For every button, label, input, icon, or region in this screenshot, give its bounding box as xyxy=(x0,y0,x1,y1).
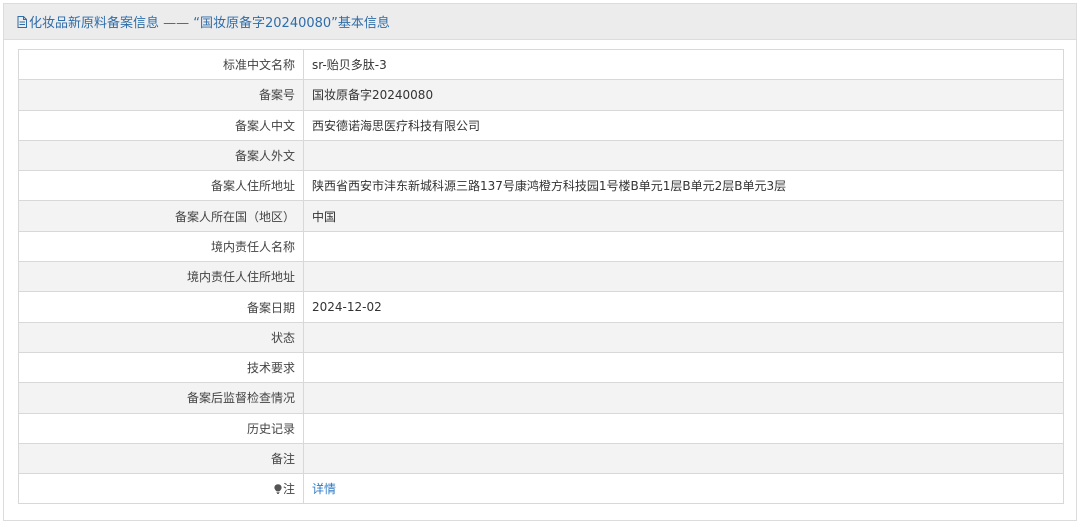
row-value xyxy=(303,139,1064,172)
row-value: 国妆原备字20240080 xyxy=(303,79,1064,111)
row-label: 标准中文名称 xyxy=(18,48,304,81)
row-value xyxy=(303,382,1064,414)
note-value-cell: 详情 xyxy=(303,473,1064,505)
row-value xyxy=(303,412,1064,444)
row-label: 备案人中文 xyxy=(18,109,304,141)
row-label: 备案日期 xyxy=(18,291,304,323)
table-row: 状态 xyxy=(18,321,1064,353)
table-row: 技术要求 xyxy=(18,351,1064,384)
panel-title: 化妆品新原料备案信息 —— “国妆原备字20240080”基本信息 xyxy=(29,16,390,31)
info-panel: 化妆品新原料备案信息 —— “国妆原备字20240080”基本信息 标准中文名称… xyxy=(3,3,1077,521)
row-label: 境内责任人住所地址 xyxy=(18,261,304,293)
table-row: 备案日期 2024-12-02 xyxy=(18,291,1064,323)
note-row: 注 详情 xyxy=(18,473,1064,505)
table-row: 备案号 国妆原备字20240080 xyxy=(18,79,1064,111)
table-row: 备案人中文 西安德诺海思医疗科技有限公司 xyxy=(18,109,1064,141)
row-label: 状态 xyxy=(18,321,304,353)
table-row: 备案人所在国（地区） 中国 xyxy=(18,200,1064,232)
note-label: 注 xyxy=(282,482,295,497)
row-label: 备案号 xyxy=(18,79,304,111)
table-row: 境内责任人住所地址 xyxy=(18,261,1064,293)
row-value: sr-贻贝多肽-3 xyxy=(303,48,1064,81)
details-link[interactable]: 详情 xyxy=(312,482,336,496)
row-label: 备案后监督检查情况 xyxy=(18,382,304,414)
note-label-cell: 注 xyxy=(18,473,304,505)
table-row: 备案人外文 xyxy=(18,139,1064,172)
table-row: 标准中文名称 sr-贻贝多肽-3 xyxy=(18,48,1064,81)
row-label: 技术要求 xyxy=(18,351,304,384)
row-label: 备案人外文 xyxy=(18,139,304,172)
row-value xyxy=(303,321,1064,353)
table-row: 历史记录 xyxy=(18,412,1064,444)
document-icon xyxy=(17,15,27,28)
table-row: 备案后监督检查情况 xyxy=(18,382,1064,414)
lightbulb-icon xyxy=(274,484,282,495)
row-label: 备注 xyxy=(18,442,304,475)
row-value xyxy=(303,230,1064,263)
table-row: 境内责任人名称 xyxy=(18,230,1064,263)
row-value: 陕西省西安市沣东新城科源三路137号康鸿橙方科技园1号楼B单元1层B单元2层B单… xyxy=(303,170,1064,202)
row-label: 备案人住所地址 xyxy=(18,170,304,202)
row-value: 2024-12-02 xyxy=(303,291,1064,323)
row-label: 备案人所在国（地区） xyxy=(18,200,304,232)
table-row: 备案人住所地址 陕西省西安市沣东新城科源三路137号康鸿橙方科技园1号楼B单元1… xyxy=(18,170,1064,202)
table-row: 备注 xyxy=(18,442,1064,475)
panel-header: 化妆品新原料备案信息 —— “国妆原备字20240080”基本信息 xyxy=(4,4,1076,40)
row-value: 中国 xyxy=(303,200,1064,232)
row-value xyxy=(303,261,1064,293)
row-label: 历史记录 xyxy=(18,412,304,444)
row-label: 境内责任人名称 xyxy=(18,230,304,263)
row-value xyxy=(303,442,1064,475)
row-value: 西安德诺海思医疗科技有限公司 xyxy=(303,109,1064,141)
info-table: 标准中文名称 sr-贻贝多肽-3 备案号 国妆原备字20240080 备案人中文… xyxy=(18,48,1064,505)
row-value xyxy=(303,351,1064,384)
